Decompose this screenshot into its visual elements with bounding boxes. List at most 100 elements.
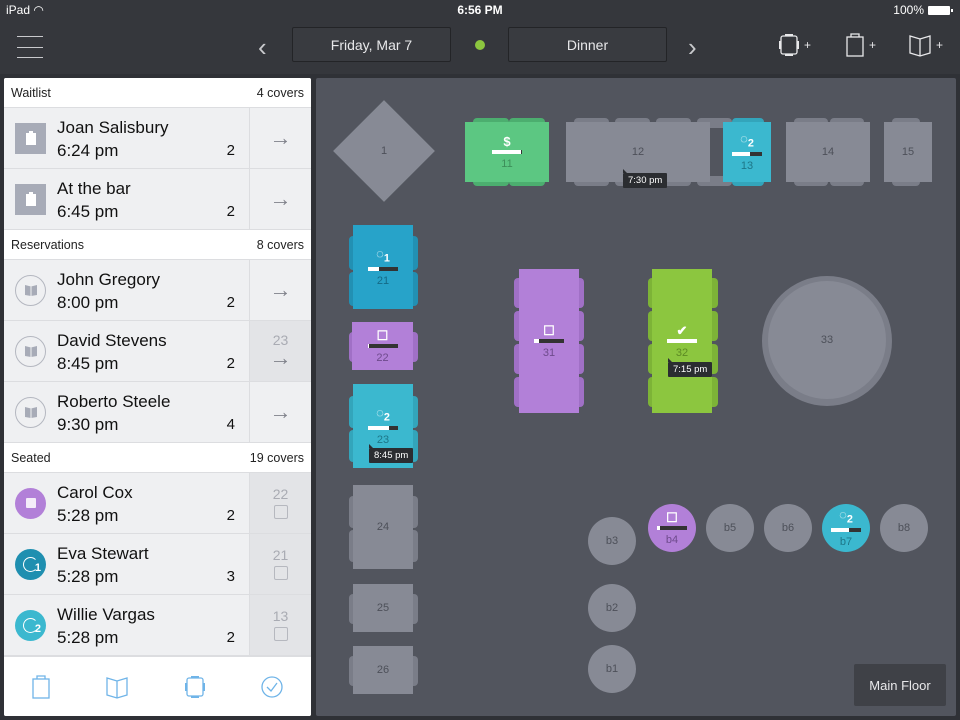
seated-item[interactable]: Carol Cox 5:28 pm 2 22	[4, 473, 311, 534]
sidebar-tab-bar	[4, 656, 311, 716]
add-reservation-button[interactable]: +	[908, 33, 943, 57]
previous-day-chevron-icon[interactable]: ‹	[258, 32, 267, 63]
course-icon: ◌2	[376, 405, 390, 424]
table-b3[interactable]: b3	[588, 517, 636, 565]
table-link[interactable]: 22	[249, 473, 311, 533]
table-26[interactable]: 26	[353, 646, 413, 694]
table-label: b7	[839, 535, 853, 548]
table-21[interactable]: ◌1 21	[353, 225, 413, 309]
book-icon	[909, 35, 931, 57]
table-label: 25	[376, 602, 390, 614]
progress-bar	[667, 338, 697, 343]
table-31[interactable]: ☐ 31	[519, 269, 579, 413]
battery-icon	[928, 5, 953, 15]
table-13[interactable]: ◌2 13	[723, 122, 771, 182]
battery-indicator: 100%	[893, 3, 953, 17]
seat-button[interactable]: →	[249, 260, 311, 320]
waitlist-item[interactable]: Joan Salisbury 6:24 pm 2 →	[4, 108, 311, 169]
section-title: Reservations	[11, 237, 84, 252]
party-size: 3	[226, 568, 235, 585]
date-selector[interactable]: Friday, Mar 7	[292, 27, 451, 62]
reservations-header: Reservations 8 covers	[4, 230, 311, 260]
table-icon	[273, 505, 288, 519]
arrow-right-icon: →	[269, 186, 292, 211]
seated-item[interactable]: 1 Eva Stewart 5:28 pm 3 21	[4, 534, 311, 595]
completed-tab-icon[interactable]	[260, 675, 284, 699]
seat-button[interactable]: →	[249, 169, 311, 229]
next-day-chevron-icon[interactable]: ›	[688, 32, 697, 63]
progress-bar	[492, 149, 522, 154]
course-number: 2	[846, 513, 853, 526]
table-label: 22	[376, 351, 389, 364]
add-waitlist-button[interactable]: +	[845, 33, 876, 57]
table-33[interactable]: 33	[768, 281, 886, 399]
seat-button[interactable]: 23 →	[249, 321, 311, 381]
arrow-right-icon: →	[269, 125, 292, 150]
course-icon: ◌1	[376, 246, 390, 265]
reservations-tab-icon[interactable]	[105, 675, 129, 699]
table-24[interactable]: 24	[353, 485, 413, 569]
reservation-item[interactable]: Roberto Steele 9:30 pm 4 →	[4, 382, 311, 443]
seated-item[interactable]: 2 Willie Vargas 5:28 pm 2 13	[4, 595, 311, 656]
guest-time: 9:30 pm	[57, 415, 119, 434]
table-label: 21	[376, 274, 390, 287]
progress-bar	[367, 343, 398, 348]
table-label: b6	[781, 522, 795, 534]
table-b1[interactable]: b1	[588, 645, 636, 693]
table-link[interactable]: 21	[249, 534, 311, 594]
reservation-item[interactable]: John Gregory 8:00 pm 2 →	[4, 260, 311, 321]
waitlist-item[interactable]: At the bar 6:45 pm 2 →	[4, 169, 311, 230]
arrow-right-icon: →	[269, 277, 292, 302]
table-b5[interactable]: b5	[706, 504, 754, 552]
table-14[interactable]: 14	[786, 122, 870, 182]
toolbar: ‹ Friday, Mar 7 Dinner › + + +	[0, 20, 960, 74]
table-b7[interactable]: ◌2 b7	[822, 504, 870, 552]
waitlist-tab-icon[interactable]	[31, 674, 51, 699]
course-number: 2	[747, 137, 754, 150]
guest-time: 8:00 pm	[57, 293, 119, 312]
seat-button[interactable]: →	[249, 108, 311, 168]
seated-icon: ☐	[666, 509, 678, 525]
check-icon: ✔	[676, 322, 688, 338]
floor-selector-button[interactable]: Main Floor	[854, 664, 946, 706]
course-number: 1	[383, 252, 390, 265]
table-b6[interactable]: b6	[764, 504, 812, 552]
table-11[interactable]: $ 11	[465, 122, 549, 182]
shift-selector[interactable]: Dinner	[508, 27, 667, 62]
battery-percent: 100%	[893, 3, 924, 17]
add-table-button[interactable]: +	[778, 33, 811, 57]
tables-tab-icon[interactable]	[184, 675, 206, 699]
status-bar: iPad ◠ 6:56 PM 100%	[0, 0, 960, 20]
table-label: 1	[380, 145, 388, 157]
guest-name: Carol Cox	[57, 483, 133, 502]
course-icon: ◌2	[839, 507, 853, 526]
table-label: 12	[631, 146, 645, 158]
party-size: 4	[226, 416, 235, 433]
table-b4[interactable]: ☐ b4	[648, 504, 696, 552]
table-label: 13	[740, 159, 754, 172]
table-b2[interactable]: b2	[588, 584, 636, 632]
table-number: 21	[272, 547, 289, 563]
reservation-item[interactable]: David Stevens 8:45 pm 2 23 →	[4, 321, 311, 382]
table-b8[interactable]: b8	[880, 504, 928, 552]
table-25[interactable]: 25	[353, 584, 413, 632]
seat-button[interactable]: →	[249, 382, 311, 442]
guest-time: 5:28 pm	[57, 628, 119, 647]
table-1[interactable]: 1	[333, 100, 435, 202]
party-size: 2	[226, 294, 235, 311]
guest-name: At the bar	[57, 179, 131, 198]
table-icon	[273, 627, 288, 641]
table-label: b4	[665, 533, 679, 546]
guest-time: 8:45 pm	[57, 354, 119, 373]
table-22[interactable]: ☐ 22	[352, 322, 413, 370]
table-32[interactable]: ✔ 32	[652, 269, 712, 413]
table-label: b5	[723, 522, 737, 534]
table-label: 15	[901, 146, 915, 158]
table-label: 14	[821, 146, 835, 158]
table-link[interactable]: 13	[249, 595, 311, 655]
shift-status-dot	[475, 40, 485, 50]
progress-bar	[732, 151, 762, 156]
table-15[interactable]: 15	[884, 122, 932, 182]
book-icon	[15, 274, 46, 306]
menu-icon[interactable]	[17, 36, 43, 58]
